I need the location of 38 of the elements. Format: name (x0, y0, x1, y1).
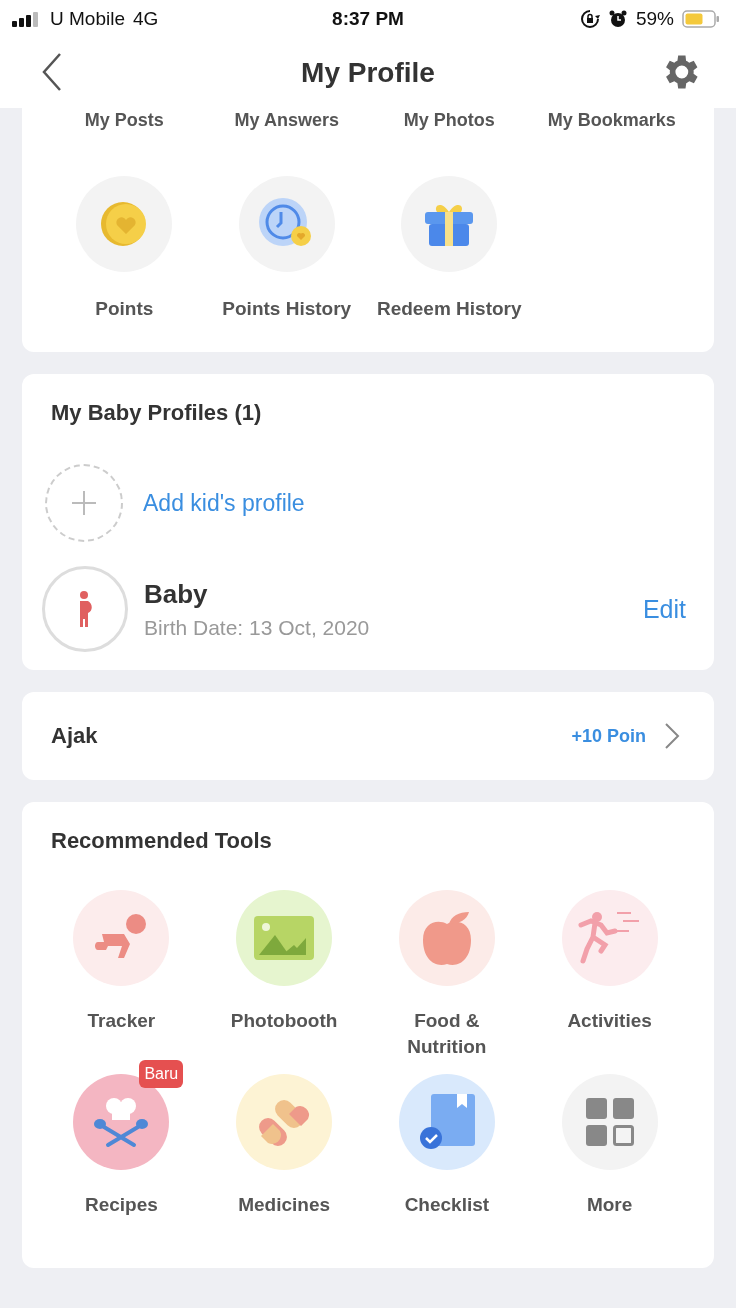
new-badge: Baru (139, 1060, 184, 1088)
points-link[interactable]: Points (43, 176, 206, 322)
points-link[interactable]: Redeem History (368, 176, 531, 322)
tool-link[interactable]: Tracker (42, 876, 205, 1060)
chef-spoons-icon (94, 1096, 149, 1148)
tool-link[interactable]: Checklist (367, 1060, 531, 1244)
baby-name: Baby (144, 578, 209, 610)
network-text: 4G (133, 8, 159, 30)
activity-link[interactable]: My Bookmarks (530, 108, 693, 132)
chevron-right-icon (664, 722, 680, 750)
invite-row[interactable]: Ajak +10 Poin (22, 692, 714, 780)
invite-label: Ajak (51, 723, 99, 749)
tool-link[interactable]: Food & Nutrition (367, 876, 531, 1060)
activity-link[interactable]: My Posts (43, 108, 206, 132)
checklist-book-icon (418, 1094, 475, 1150)
tool-link[interactable]: Photobooth (204, 876, 368, 1060)
reward-text: +10 Poin (571, 725, 646, 747)
alarm-icon (607, 9, 628, 29)
rotation-lock-icon (579, 9, 600, 29)
points-link[interactable]: Points History (205, 176, 368, 322)
grid-icon (585, 1098, 634, 1146)
section-title: Recommended Tools (51, 828, 273, 854)
battery-icon (682, 9, 720, 29)
image-icon (254, 916, 315, 960)
battery-text: 59% (635, 8, 674, 30)
tool-link[interactable]: Baru Recipes (42, 1060, 205, 1244)
activity-link[interactable]: My Photos (368, 108, 531, 132)
activity-link[interactable]: My Answers (205, 108, 368, 132)
page-title: My Profile (301, 57, 435, 89)
back-icon (40, 51, 64, 92)
plus-icon (69, 488, 99, 518)
tool-link[interactable]: Medicines (204, 1060, 368, 1244)
tool-link[interactable]: Activities (530, 876, 693, 1060)
birth-date: Birth Date: 13 Oct, 2020 (144, 615, 371, 640)
clock-text: 8:37 PM (332, 8, 404, 30)
section-title: My Baby Profiles (1) (51, 400, 263, 426)
tool-link[interactable]: More (530, 1060, 693, 1244)
carrier-text: U Mobile (50, 8, 125, 30)
